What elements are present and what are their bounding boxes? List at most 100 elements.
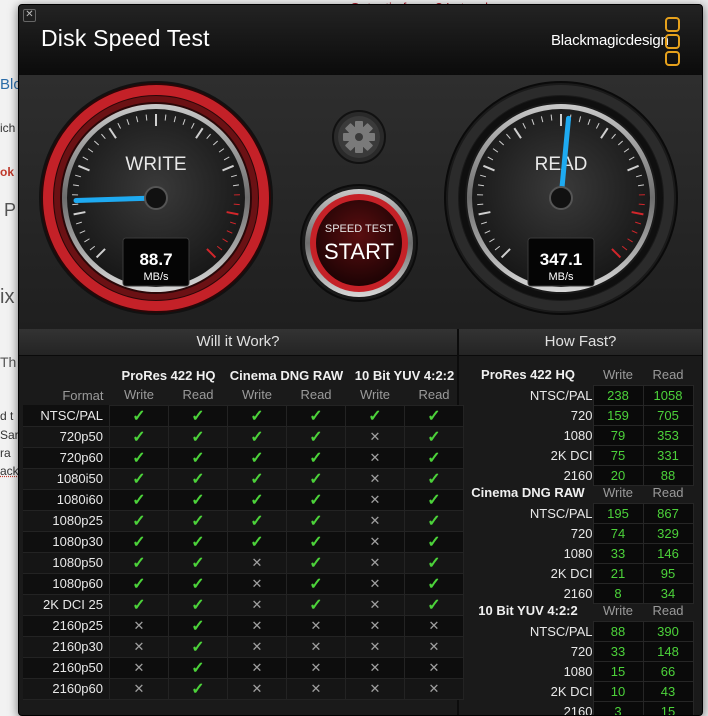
compat-cell: ✕ [227, 656, 287, 679]
checkmark-icon: ✓ [250, 428, 264, 446]
write-needle [73, 195, 159, 204]
format-label: 2160p50 [23, 657, 110, 679]
write-fps-value: 33 [592, 543, 644, 564]
cross-icon: ✕ [310, 680, 322, 696]
section-title: ProRes 422 HQ [481, 366, 575, 382]
checkmark-icon: ✓ [250, 512, 264, 530]
compat-cell: ✓ [227, 488, 287, 511]
read-fps-value: 43 [642, 681, 694, 702]
compat-cell: ✓ [109, 488, 169, 511]
gear-icon [343, 121, 375, 153]
cross-icon: ✕ [428, 659, 440, 675]
compat-cell: ✓ [109, 593, 169, 616]
checkmark-icon: ✓ [191, 596, 205, 614]
cross-icon: ✕ [369, 512, 381, 528]
cross-icon: ✕ [369, 554, 381, 570]
how-fast-section: 10 Bit YUV 4:2:2 Write Read NTSC/PAL 88 390 72… [463, 599, 699, 715]
group-header: 10 Bit YUV 4:2:2 [354, 367, 455, 383]
compat-cell: ✓ [404, 593, 464, 616]
format-label: 2K DCI 25 [23, 594, 110, 616]
write-fps-value: 75 [592, 445, 644, 466]
cross-icon: ✕ [310, 617, 322, 633]
compat-cell: ✓ [286, 425, 346, 448]
background-fragment: Sar [0, 428, 19, 442]
table-row: 1080 79 353 [463, 425, 694, 446]
table-row: 1080i50 ✓ ✓ ✓ ✓ ✕ ✓ [23, 467, 464, 490]
read-fps-value: 146 [642, 543, 694, 564]
compat-cell: ✓ [404, 509, 464, 532]
checkmark-icon: ✓ [191, 575, 205, 593]
read-fps-value: 331 [642, 445, 694, 466]
cross-icon: ✕ [369, 575, 381, 591]
compat-cell: ✓ [168, 614, 228, 637]
compat-cell: ✕ [345, 656, 405, 679]
write-fps-value: 74 [592, 523, 644, 544]
close-button[interactable]: ✕ [23, 9, 36, 22]
compat-cell: ✓ [227, 467, 287, 490]
checkmark-icon: ✓ [132, 428, 146, 446]
format-label: 1080 [563, 428, 593, 443]
cross-icon: ✕ [369, 533, 381, 549]
compat-cell: ✓ [227, 530, 287, 553]
compat-cell: ✓ [109, 509, 169, 532]
cross-icon: ✕ [251, 659, 263, 675]
format-label: NTSC/PAL [529, 506, 593, 521]
read-column-header: Read [300, 387, 332, 403]
app-title: Disk Speed Test [41, 25, 210, 51]
cross-icon: ✕ [369, 659, 381, 675]
start-button-caption: SPEED TEST [325, 223, 394, 235]
cross-icon: ✕ [251, 596, 263, 612]
compat-cell: ✓ [404, 425, 464, 448]
read-fps-value: 353 [642, 425, 694, 446]
write-speed-value: 88.7 [139, 250, 172, 269]
compat-cell: ✕ [404, 614, 464, 637]
section-title: Cinema DNG RAW [471, 484, 585, 500]
format-label: 2160p60 [23, 678, 110, 700]
table-row: NTSC/PAL ✓ ✓ ✓ ✓ ✓ ✓ [23, 404, 464, 427]
checkmark-icon: ✓ [132, 575, 146, 593]
compat-cell: ✓ [404, 572, 464, 595]
compat-cell: ✕ [345, 467, 405, 490]
cross-icon: ✕ [310, 638, 322, 654]
write-column-header: Write [602, 366, 634, 382]
compat-cell: ✓ [227, 509, 287, 532]
checkmark-icon: ✓ [191, 428, 205, 446]
format-label: 2K DCI [550, 684, 593, 699]
checkmark-icon: ✓ [132, 554, 146, 572]
start-button-label: START [324, 239, 394, 264]
checkmark-icon: ✓ [132, 512, 146, 530]
compat-cell: ✕ [286, 614, 346, 637]
checkmark-icon: ✓ [427, 449, 441, 467]
table-row: 2K DCI 21 95 [463, 563, 694, 584]
checkmark-icon: ✓ [368, 407, 382, 425]
write-column-header: Write [602, 602, 634, 618]
checkmark-icon: ✓ [132, 470, 146, 488]
format-label: NTSC/PAL [529, 388, 593, 403]
checkmark-icon: ✓ [132, 533, 146, 551]
cross-icon: ✕ [369, 491, 381, 507]
compat-cell: ✓ [168, 635, 228, 658]
read-fps-value: 15 [642, 701, 694, 715]
checkmark-icon: ✓ [309, 596, 323, 614]
format-label: 1080i60 [23, 489, 110, 511]
read-fps-value: 705 [642, 405, 694, 426]
start-button[interactable]: SPEED TEST START [300, 184, 418, 302]
format-label: 1080p30 [23, 531, 110, 553]
cross-icon: ✕ [428, 680, 440, 696]
cross-icon: ✕ [251, 554, 263, 570]
table-row: 1080p30 ✓ ✓ ✓ ✓ ✕ ✓ [23, 530, 464, 553]
checkmark-icon: ✓ [427, 512, 441, 530]
read-fps-value: 1058 [642, 385, 694, 406]
checkmark-icon: ✓ [309, 533, 323, 551]
compat-cell: ✓ [168, 509, 228, 532]
compat-cell: ✓ [404, 551, 464, 574]
compat-cell: ✕ [345, 488, 405, 511]
compat-cell: ✓ [109, 446, 169, 469]
write-fps-value: 88 [592, 621, 644, 642]
compat-cell: ✕ [286, 677, 346, 700]
compat-cell: ✓ [286, 467, 346, 490]
compat-cell: ✓ [404, 488, 464, 511]
write-gauge: WRITE 88.7 MB/s [39, 81, 273, 315]
settings-button[interactable] [332, 110, 386, 164]
results-panels: Will it Work? How Fast? ProRes 422 HQ Ci… [19, 329, 702, 715]
